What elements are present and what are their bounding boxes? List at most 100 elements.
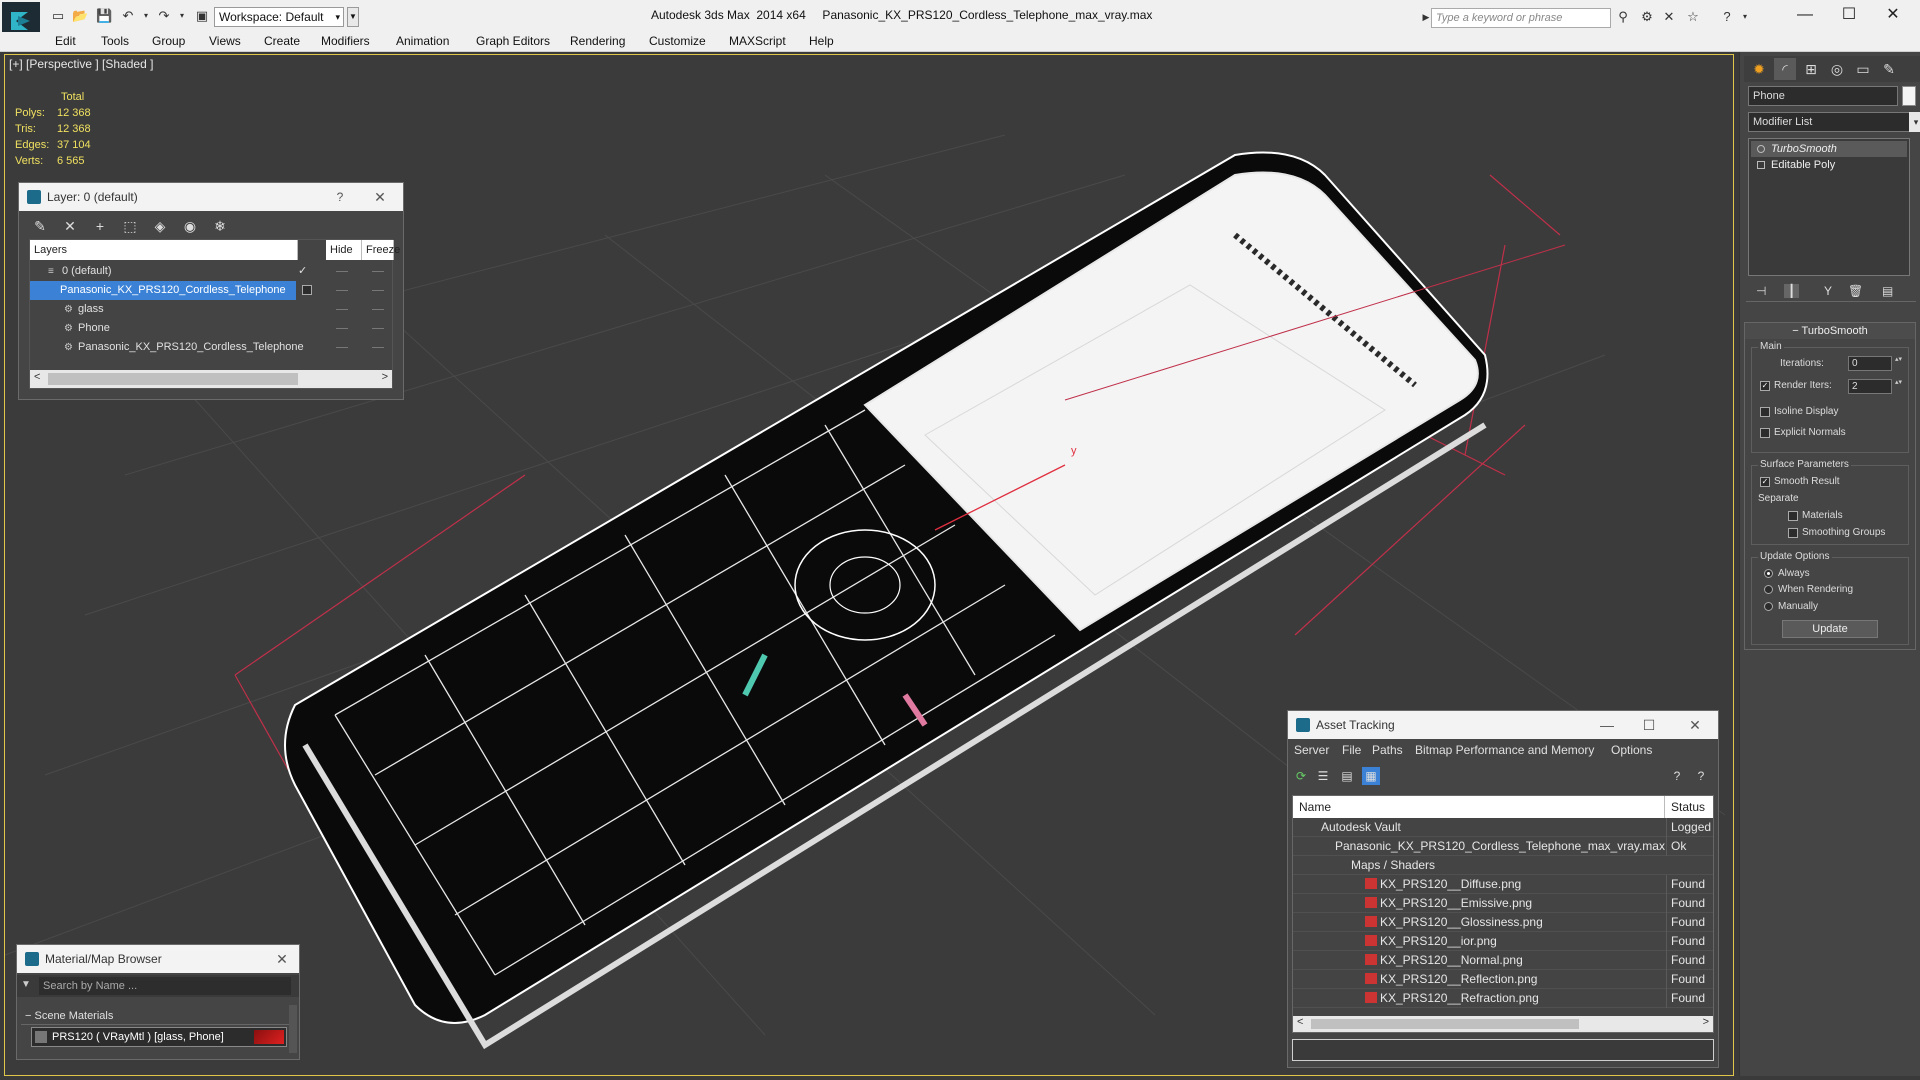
asset-row[interactable]: KX_PRS120__Refraction.png Found: [1293, 989, 1713, 1008]
redo-dropdown-icon[interactable]: ▾: [174, 8, 190, 24]
layer-row[interactable]: ⚙ Phone: [30, 319, 394, 338]
tab-utilities-icon[interactable]: ✎: [1878, 58, 1900, 80]
open-file-icon[interactable]: 📂: [72, 8, 88, 24]
hide-toggle[interactable]: [336, 309, 348, 310]
highlight-layer-icon[interactable]: ◈: [151, 218, 169, 234]
remove-modifier-icon[interactable]: 🗑: [1848, 284, 1863, 298]
menu-customize[interactable]: Customize: [649, 34, 706, 48]
delete-layer-icon[interactable]: ✕: [61, 218, 79, 234]
new-layer-icon[interactable]: ✎: [31, 218, 49, 234]
pin-stack-icon[interactable]: ⊣: [1756, 284, 1766, 298]
add-to-layer-icon[interactable]: +: [91, 218, 109, 234]
scroll-left-icon[interactable]: <: [1297, 1016, 1303, 1028]
menu-group[interactable]: Group: [152, 34, 185, 48]
iterations-spinner[interactable]: 0: [1848, 356, 1903, 371]
render-iters-checkbox[interactable]: ✓: [1760, 381, 1770, 391]
active-layer-checkbox[interactable]: [302, 285, 312, 295]
layer-row[interactable]: ⚙ glass: [30, 300, 394, 319]
menu-tools[interactable]: Tools: [101, 34, 129, 48]
hide-all-icon[interactable]: ◉: [181, 218, 199, 234]
smooth-result-checkbox[interactable]: ✓: [1760, 477, 1770, 487]
asset-row[interactable]: Panasonic_KX_PRS120_Cordless_Telephone_m…: [1293, 837, 1713, 856]
viewport-label[interactable]: [+] [Perspective ] [Shaded ]: [9, 57, 153, 71]
binoculars-icon[interactable]: ⚲: [1614, 9, 1632, 25]
hide-toggle[interactable]: [336, 347, 348, 348]
object-name-input[interactable]: Phone: [1748, 86, 1898, 106]
table-view-icon[interactable]: ▤: [1338, 767, 1356, 785]
scroll-right-icon[interactable]: >: [1703, 1016, 1709, 1028]
maximize-icon[interactable]: ☐: [1834, 4, 1864, 26]
asset-row[interactable]: KX_PRS120__Emissive.png Found: [1293, 894, 1713, 913]
tab-modify-icon[interactable]: ◜: [1774, 58, 1796, 80]
horizontal-scrollbar[interactable]: < >: [1293, 1016, 1713, 1032]
menu-modifiers[interactable]: Modifiers: [321, 34, 370, 48]
list-view-icon[interactable]: ☰: [1314, 767, 1332, 785]
menu-views[interactable]: Views: [209, 34, 241, 48]
tab-motion-icon[interactable]: ◎: [1826, 58, 1848, 80]
subscription-icon[interactable]: ⚙: [1638, 9, 1656, 25]
freeze-toggle[interactable]: [372, 328, 384, 329]
active-layer-check-icon[interactable]: ✓: [298, 262, 307, 281]
close-icon[interactable]: ✕: [367, 183, 393, 211]
help-icon[interactable]: ?: [1718, 9, 1736, 25]
freeze-toggle[interactable]: [372, 309, 384, 310]
workspace-select[interactable]: Workspace: Default ▾: [214, 7, 344, 27]
asset-row[interactable]: Autodesk Vault Logged: [1293, 818, 1713, 837]
material-search-input[interactable]: Search by Name ...: [39, 977, 291, 995]
update-always-radio[interactable]: [1764, 569, 1773, 578]
layer-row[interactable]: ⚙ Panasonic_KX_PRS120_Cordless_Telephone: [30, 338, 394, 357]
stack-item-editable-poly[interactable]: Editable Poly: [1751, 157, 1907, 173]
freeze-toggle[interactable]: [372, 271, 384, 272]
hide-toggle[interactable]: [336, 328, 348, 329]
help-icon[interactable]: ?: [327, 183, 353, 211]
separate-smoothing-groups-checkbox[interactable]: [1788, 528, 1798, 538]
hide-toggle[interactable]: [336, 271, 348, 272]
freeze-all-icon[interactable]: ❄: [211, 218, 229, 234]
new-file-icon[interactable]: ▭: [50, 8, 66, 24]
freeze-toggle[interactable]: [372, 290, 384, 291]
scrollbar-thumb[interactable]: [1311, 1019, 1579, 1029]
asset-path-field[interactable]: [1292, 1039, 1714, 1061]
configure-sets-icon[interactable]: ▤: [1882, 284, 1893, 298]
maximize-icon[interactable]: ☐: [1636, 711, 1662, 739]
help-search-input[interactable]: Type a keyword or phrase: [1431, 8, 1611, 28]
tab-hierarchy-icon[interactable]: ⊞: [1800, 58, 1822, 80]
menu-graph-editors[interactable]: Graph Editors: [476, 34, 550, 48]
stack-item-turbosmooth[interactable]: TurboSmooth: [1751, 141, 1907, 157]
asset-row[interactable]: Maps / Shaders: [1293, 856, 1713, 875]
menu-animation[interactable]: Animation: [396, 34, 449, 48]
asset-row[interactable]: KX_PRS120__Glossiness.png Found: [1293, 913, 1713, 932]
object-color-swatch[interactable]: [1902, 86, 1916, 106]
close-icon[interactable]: ✕: [1878, 4, 1908, 26]
minimize-icon[interactable]: —: [1790, 4, 1820, 26]
update-when-rendering-radio[interactable]: [1764, 585, 1773, 594]
undo-dropdown-icon[interactable]: ▾: [138, 8, 154, 24]
filter-icon[interactable]: ▼: [21, 979, 31, 990]
minimize-icon[interactable]: —: [1594, 711, 1620, 739]
help-dropdown-icon[interactable]: ▾: [1736, 9, 1754, 25]
scroll-right-icon[interactable]: >: [382, 371, 388, 383]
help-icon[interactable]: ?: [1668, 767, 1686, 785]
menu-maxscript[interactable]: MAXScript: [729, 34, 786, 48]
menu-create[interactable]: Create: [264, 34, 300, 48]
asset-row[interactable]: KX_PRS120__Diffuse.png Found: [1293, 875, 1713, 894]
hide-toggle[interactable]: [336, 290, 348, 291]
expand-icon[interactable]: [1757, 161, 1765, 169]
tab-display-icon[interactable]: ▭: [1852, 58, 1874, 80]
update-button[interactable]: Update: [1782, 620, 1878, 638]
communication-center-icon[interactable]: ✕: [1660, 9, 1678, 25]
menu-edit[interactable]: Edit: [55, 34, 76, 48]
column-header-freeze[interactable]: Freeze: [362, 240, 400, 260]
material-browser-title[interactable]: Material/Map Browser: [17, 945, 299, 973]
make-unique-icon[interactable]: Y: [1824, 284, 1832, 298]
rollout-header[interactable]: − TurboSmooth: [1745, 323, 1915, 339]
refresh-icon[interactable]: ⟳: [1292, 767, 1310, 785]
asset-row[interactable]: KX_PRS120__ior.png Found: [1293, 932, 1713, 951]
undo-icon[interactable]: ↶: [120, 8, 136, 24]
menu-options[interactable]: Options: [1611, 743, 1652, 757]
show-end-result-icon[interactable]: ┃: [1784, 284, 1800, 298]
update-manually-radio[interactable]: [1764, 602, 1773, 611]
scrollbar-thumb[interactable]: [48, 373, 298, 385]
column-header-name[interactable]: Name: [1293, 796, 1665, 818]
tab-create-icon[interactable]: ✹: [1748, 58, 1770, 80]
